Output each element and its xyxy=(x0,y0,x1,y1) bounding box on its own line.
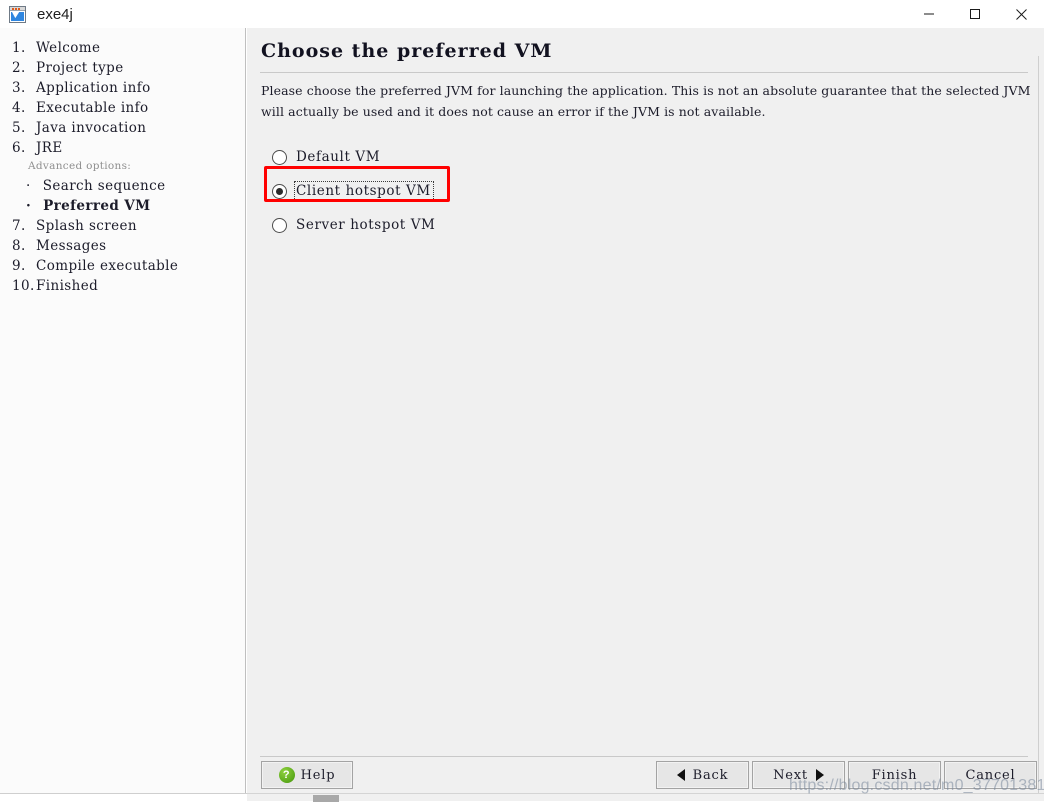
sidebar-item-preferred-vm[interactable]: · Preferred VM xyxy=(0,198,245,218)
cancel-button[interactable]: Cancel xyxy=(944,761,1037,789)
sidebar-item-search-sequence[interactable]: · Search sequence xyxy=(0,178,245,198)
arrow-right-icon xyxy=(815,769,824,781)
window-controls xyxy=(906,0,1044,28)
radio-icon-default-vm[interactable] xyxy=(272,149,287,165)
page-title: Choose the preferred VM xyxy=(261,40,553,62)
sidebar-bottom-edge xyxy=(0,793,247,801)
sidebar-item-project-type[interactable]: 2. Project type xyxy=(0,60,245,80)
arrow-left-icon xyxy=(676,769,685,781)
sidebar-item-application-info[interactable]: 3. Application info xyxy=(0,80,245,100)
step-label: Finished xyxy=(36,278,99,294)
footer-divider xyxy=(260,756,1028,757)
finish-button-label: Finish xyxy=(871,767,918,783)
sidebar-item-jre[interactable]: 6. JRE xyxy=(0,140,245,160)
minimize-button[interactable] xyxy=(906,0,952,28)
titlebar-left: exe4j xyxy=(0,5,906,23)
page-description: Please choose the preferred JVM for laun… xyxy=(261,83,1031,119)
step-label: JRE xyxy=(36,140,63,156)
wizard-steps-sidebar: 1. Welcome 2. Project type 3. Applicatio… xyxy=(0,28,246,801)
window-titlebar[interactable]: exe4j xyxy=(0,0,1044,28)
maximize-button[interactable] xyxy=(952,0,998,28)
preferred-vm-radio-group: Default VM Client hotspot VM Server hots… xyxy=(269,140,649,242)
step-label: Preferred VM xyxy=(43,198,151,214)
step-label: Java invocation xyxy=(36,120,147,136)
minimize-icon xyxy=(924,13,934,15)
help-button-label: Help xyxy=(300,767,336,783)
exe4j-brand-watermark: exe4j xyxy=(0,615,240,801)
radio-label-client-hotspot-vm[interactable]: Client hotspot VM xyxy=(294,181,434,201)
step-label: Welcome xyxy=(36,40,101,56)
wizard-content-pane: Choose the preferred VM Please choose th… xyxy=(247,28,1044,801)
bullet-icon: · xyxy=(26,178,31,194)
radio-label-server-hotspot-vm[interactable]: Server hotspot VM xyxy=(294,215,439,235)
step-number: 1. xyxy=(12,40,26,56)
finish-button[interactable]: Finish xyxy=(848,761,941,789)
back-button-label: Back xyxy=(692,767,729,783)
horizontal-scrollbar[interactable] xyxy=(247,793,1044,802)
radio-option-default-vm[interactable]: Default VM xyxy=(269,140,649,174)
step-number: 9. xyxy=(12,258,26,274)
next-button[interactable]: Next xyxy=(752,761,845,789)
step-number: 5. xyxy=(12,120,26,136)
radio-icon-client-hotspot-vm[interactable] xyxy=(272,183,287,199)
content-right-edge xyxy=(1038,56,1044,801)
maximize-icon xyxy=(970,9,980,19)
close-icon xyxy=(1015,8,1027,20)
step-label: Application info xyxy=(36,80,151,96)
sidebar-item-splash-screen[interactable]: 7. Splash screen xyxy=(0,218,245,238)
step-number: 6. xyxy=(12,140,26,156)
step-label: Project type xyxy=(36,60,124,76)
step-number: 8. xyxy=(12,238,26,254)
sidebar-item-compile-executable[interactable]: 9. Compile executable xyxy=(0,258,245,278)
next-button-label: Next xyxy=(773,767,808,783)
step-label: Search sequence xyxy=(42,178,166,194)
step-label: Executable info xyxy=(36,100,149,116)
step-number: 4. xyxy=(12,100,26,116)
exe4j-wizard-window: exe4j 1. Welcome 2. Project type 3. Appl… xyxy=(0,0,1044,802)
radio-option-client-hotspot-vm[interactable]: Client hotspot VM xyxy=(269,174,649,208)
sidebar-item-messages[interactable]: 8. Messages xyxy=(0,238,245,258)
exe4j-app-icon xyxy=(9,5,26,23)
sidebar-item-finished[interactable]: 10. Finished xyxy=(0,278,245,298)
back-button[interactable]: Back xyxy=(656,761,749,789)
step-label: Splash screen xyxy=(36,218,137,234)
sidebar-item-welcome[interactable]: 1. Welcome xyxy=(0,40,245,60)
sidebar-item-java-invocation[interactable]: 5. Java invocation xyxy=(0,120,245,140)
window-title: exe4j xyxy=(37,5,73,23)
wizard-content-inner: Choose the preferred VM Please choose th… xyxy=(247,28,1037,801)
radio-label-default-vm[interactable]: Default VM xyxy=(294,147,383,167)
step-label: Compile executable xyxy=(36,258,179,274)
window-body: 1. Welcome 2. Project type 3. Applicatio… xyxy=(0,28,1044,802)
sidebar-item-executable-info[interactable]: 4. Executable info xyxy=(0,100,245,120)
step-label: Messages xyxy=(36,238,107,254)
cancel-button-label: Cancel xyxy=(965,767,1016,783)
wizard-step-list: 1. Welcome 2. Project type 3. Applicatio… xyxy=(0,40,245,298)
bullet-icon: · xyxy=(26,198,32,214)
radio-icon-server-hotspot-vm[interactable] xyxy=(272,217,287,233)
close-button[interactable] xyxy=(998,0,1044,28)
step-number: 2. xyxy=(12,60,26,76)
help-question-icon: ? xyxy=(278,767,295,783)
step-number: 7. xyxy=(12,218,26,234)
title-divider xyxy=(260,72,1028,73)
sidebar-advanced-options-heading: Advanced options: xyxy=(28,160,132,172)
radio-option-server-hotspot-vm[interactable]: Server hotspot VM xyxy=(269,208,649,242)
step-number: 3. xyxy=(12,80,26,96)
help-button[interactable]: ? Help xyxy=(261,761,353,789)
step-number: 10. xyxy=(12,278,35,294)
